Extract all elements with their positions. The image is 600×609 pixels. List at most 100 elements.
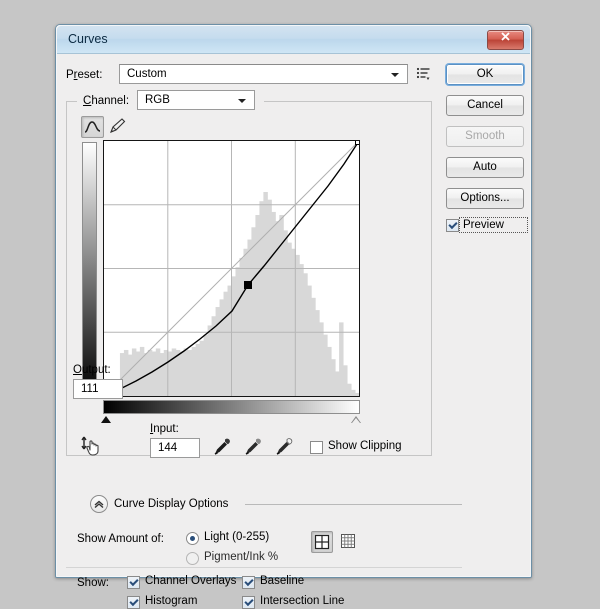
histogram-bar [207,325,213,396]
input-input[interactable]: 144 [150,438,200,458]
groupbox-top-left-rule [66,101,77,102]
histogram-bar [167,351,173,396]
curve-display-options-rule [245,504,462,505]
eyedropper-gray-icon[interactable] [243,437,263,457]
histogram-bar [247,239,252,396]
histogram-bar [235,267,240,396]
eyedropper-black-icon[interactable] [212,437,232,457]
histogram-bar [243,248,248,396]
histogram-bar [283,230,288,396]
histogram-bar [123,349,129,396]
histogram-bar [271,211,276,396]
eyedropper-white-icon[interactable] [274,437,294,457]
histogram-bar [335,371,340,396]
histogram-bar [251,227,256,396]
histogram-bar [339,322,344,396]
black-point-slider[interactable] [101,416,111,423]
preset-label: Preset: [66,69,103,81]
window-title: Curves [68,32,108,46]
histogram-bar [307,285,312,396]
output-input[interactable]: 111 [73,379,123,399]
close-icon-svg [501,32,510,41]
histogram-bar [127,354,133,396]
histogram-bar [203,334,209,396]
ok-button[interactable]: OK [446,64,524,85]
curve-display-options-label: Curve Display Options [114,498,229,510]
baseline-label: Baseline [260,575,305,587]
histogram-bar [195,343,201,396]
intersection-line-label: Intersection Line [260,595,345,607]
histogram-bar [299,264,304,396]
preview-checkbox-row[interactable]: Preview [446,217,530,235]
curve-graph-svg [104,141,359,396]
radio-light-label: Light (0-255) [204,531,270,543]
histogram-bar [159,353,165,396]
histogram-bar [287,242,292,396]
show-label: Show: [77,577,109,589]
histogram-bar [311,297,316,396]
histogram-bar [223,291,229,396]
preset-value: Custom [127,68,167,80]
preview-checkbox[interactable] [446,219,459,232]
histogram-bar [199,340,205,396]
radio-light[interactable] [186,532,199,545]
histogram-bar [231,276,236,396]
targeted-adjustment-icon[interactable] [79,433,105,459]
histogram-bar [151,351,157,396]
histogram-bar [331,359,336,396]
curves-dialog: Curves Preset: Custom OK Cancel Smooth A… [55,24,532,609]
control-point-selected[interactable] [244,281,252,289]
control-point[interactable] [355,141,360,145]
histogram-bar [303,273,308,396]
histogram-bar [131,348,137,396]
show-amount-label: Show Amount of: [77,533,164,545]
histogram-bar [263,192,268,396]
dialog-body: Preset: Custom OK Cancel Smooth Auto Opt… [57,54,530,609]
grid-fine-icon[interactable] [338,531,360,553]
histogram-bar [191,346,197,396]
output-label: Output: [73,364,111,376]
preset-dropdown[interactable]: Custom [119,64,408,84]
histogram-bar [259,201,264,396]
pencil-icon[interactable] [107,116,130,138]
histogram-bar [239,257,244,396]
smooth-button: Smooth [446,126,524,147]
histogram-bar [315,310,320,396]
histogram-bar [355,392,359,396]
preset-menu-icon[interactable] [415,65,432,82]
vertical-tone-gradient [82,142,97,395]
grid-quarters-icon[interactable] [311,531,333,553]
close-button[interactable] [487,30,524,50]
histogram-bar [135,351,141,396]
histogram-bar [347,383,352,396]
histogram-bar [327,346,332,396]
histogram-bar [179,351,185,396]
output-value: 111 [81,383,99,395]
radio-pigment[interactable] [186,552,199,565]
baseline-checkbox[interactable] [242,576,255,589]
histogram-bar [351,389,356,396]
histogram-bar [215,307,221,396]
show-clipping-checkbox[interactable] [310,441,323,454]
histogram-bar [295,254,300,396]
histogram-checkbox[interactable] [127,596,140,609]
curve-graph[interactable] [103,140,360,397]
chevron-down-icon [391,73,399,77]
histogram-bar [183,348,189,396]
channel-dropdown[interactable]: RGB [137,90,255,110]
curve-display-options-toggle[interactable] [90,495,108,513]
white-point-slider-fill [352,418,360,423]
intersection-line-checkbox[interactable] [242,596,255,609]
title-bar[interactable]: Curves [57,26,530,54]
cancel-button[interactable]: Cancel [446,95,524,116]
options-button[interactable]: Options... [446,188,524,209]
channel-overlays-checkbox[interactable] [127,576,140,589]
channel-value: RGB [145,94,170,106]
auto-button[interactable]: Auto [446,157,524,178]
preview-label: Preview [463,219,504,231]
close-icon [488,32,523,44]
channel-overlays-label: Channel Overlays [145,575,237,587]
histogram-bar [139,346,145,396]
curve-edit-icon[interactable] [81,116,104,138]
section-divider [66,567,462,568]
